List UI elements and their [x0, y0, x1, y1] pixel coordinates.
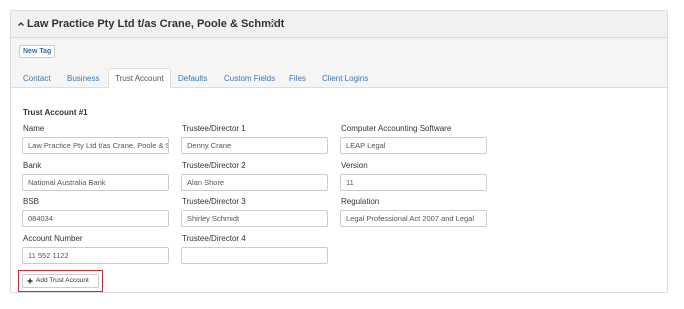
- tab-client-logins[interactable]: Client Logins: [322, 70, 368, 88]
- account-number-input[interactable]: 11 552 1122: [22, 247, 169, 264]
- page-title: Law Practice Pty Ltd t/as Crane, Poole &…: [27, 18, 285, 30]
- new-tag-button[interactable]: New Tag: [19, 45, 56, 58]
- name-input[interactable]: Law Practice Pty Ltd t/as Crane, Poole &…: [22, 137, 169, 154]
- trustee-1-input[interactable]: Denny Crane: [181, 137, 328, 154]
- bsb-input[interactable]: 084034: [22, 210, 169, 227]
- client-panel: Law Practice Pty Ltd t/as Crane, Poole &…: [10, 10, 668, 293]
- name-label: Name: [23, 124, 45, 133]
- trustee-4-input[interactable]: [181, 247, 328, 264]
- bank-input[interactable]: National Australia Bank: [22, 174, 169, 191]
- pencil-icon[interactable]: [268, 19, 277, 28]
- trustee-2-input[interactable]: Alan Shore: [181, 174, 328, 191]
- add-trust-account-highlight: Add Trust Account: [18, 270, 103, 292]
- trustee-1-label: Trustee/Director 1: [182, 124, 246, 133]
- chevron-up-icon[interactable]: [17, 20, 25, 28]
- add-trust-account-button[interactable]: Add Trust Account: [22, 274, 99, 288]
- tab-business[interactable]: Business: [67, 70, 99, 88]
- version-input[interactable]: 11: [340, 174, 487, 191]
- version-label: Version: [341, 161, 368, 170]
- regulation-input[interactable]: Legal Professional Act 2007 and Legal: [340, 210, 487, 227]
- section-title: Trust Account #1: [23, 108, 88, 117]
- add-trust-account-label: Add Trust Account: [36, 277, 89, 284]
- tab-defaults[interactable]: Defaults: [178, 70, 207, 88]
- tab-trust-account[interactable]: Trust Account: [108, 68, 171, 89]
- regulation-label: Regulation: [341, 197, 380, 206]
- panel-header: Law Practice Pty Ltd t/as Crane, Poole &…: [11, 11, 667, 38]
- plus-icon: [27, 278, 33, 284]
- tab-contact[interactable]: Contact: [23, 70, 51, 88]
- tag-toolbar: New Tag: [11, 39, 667, 65]
- account-number-label: Account Number: [23, 234, 83, 243]
- bsb-label: BSB: [23, 197, 40, 206]
- software-label: Computer Accounting Software: [341, 124, 452, 133]
- trustee-3-input[interactable]: Shirley Schmidt: [181, 210, 328, 227]
- trustee-2-label: Trustee/Director 2: [182, 161, 246, 170]
- trustee-4-label: Trustee/Director 4: [182, 234, 246, 243]
- tab-bar: Contact Business Trust Account Defaults …: [11, 65, 667, 89]
- trustee-3-label: Trustee/Director 3: [182, 197, 246, 206]
- software-input[interactable]: LEAP Legal: [340, 137, 487, 154]
- tab-custom-fields[interactable]: Custom Fields: [224, 70, 275, 88]
- trust-account-form: Trust Account #1 Name Law Practice Pty L…: [11, 88, 667, 292]
- bank-label: Bank: [23, 161, 42, 170]
- tab-files[interactable]: Files: [289, 70, 306, 88]
